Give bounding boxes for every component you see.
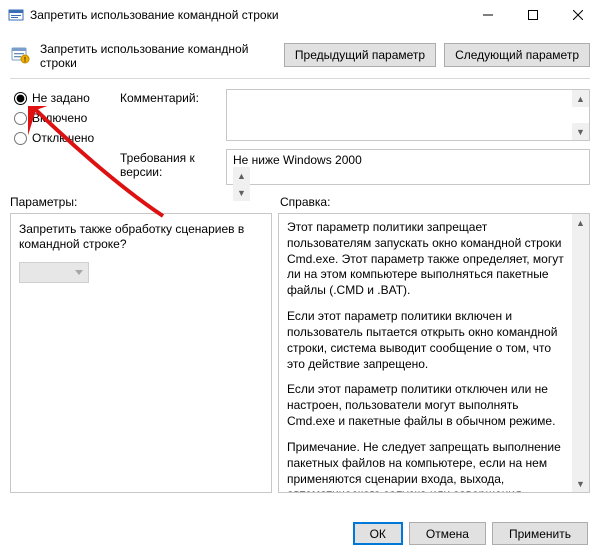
radio-disabled[interactable]: Отключено xyxy=(14,131,114,145)
window-title: Запретить использование командной строки xyxy=(30,8,465,22)
radio-not-configured[interactable]: Не задано xyxy=(14,91,114,105)
main-area: Запретить также обработку сценариев в ко… xyxy=(0,213,600,493)
radio-disabled-label: Отключено xyxy=(32,131,94,145)
help-text[interactable]: Этот параметр политики запрещает пользов… xyxy=(279,214,589,492)
scroll-down-icon[interactable]: ▼ xyxy=(572,475,589,492)
help-paragraph: Примечание. Не следует запрещать выполне… xyxy=(287,440,567,492)
radio-enabled-label: Включено xyxy=(32,111,87,125)
ok-button[interactable]: ОК xyxy=(353,522,403,545)
cancel-button[interactable]: Отмена xyxy=(409,522,486,545)
requirements-value: Не ниже Windows 2000 xyxy=(233,153,362,167)
radio-disabled-input[interactable] xyxy=(14,132,27,145)
maximize-button[interactable] xyxy=(510,0,555,30)
help-pane: Этот параметр политики запрещает пользов… xyxy=(278,213,590,493)
next-setting-button[interactable]: Следующий параметр xyxy=(444,43,590,67)
policy-title: Запретить использование командной строки xyxy=(40,40,276,70)
comment-label: Комментарий: xyxy=(120,89,220,105)
scroll-up-icon[interactable]: ▲ xyxy=(572,90,589,107)
window-controls xyxy=(465,0,600,30)
scroll-up-icon[interactable]: ▲ xyxy=(233,167,250,184)
radio-enabled[interactable]: Включено xyxy=(14,111,114,125)
close-button[interactable] xyxy=(555,0,600,30)
comment-field[interactable]: ▲ ▼ xyxy=(226,89,590,141)
comment-scrollbar[interactable]: ▲ ▼ xyxy=(572,90,589,140)
scroll-down-icon[interactable]: ▼ xyxy=(572,123,589,140)
script-processing-combo xyxy=(19,262,89,283)
radio-enabled-input[interactable] xyxy=(14,112,27,125)
help-scrollbar[interactable]: ▲ ▼ xyxy=(572,214,589,492)
divider xyxy=(10,78,590,79)
requirements-field[interactable]: Не ниже Windows 2000 ▲ ▼ xyxy=(226,149,590,185)
app-icon xyxy=(8,7,24,23)
header-row: Запретить использование командной строки… xyxy=(0,30,600,78)
param-question: Запретить также обработку сценариев в ко… xyxy=(19,222,263,252)
help-paragraph: Этот параметр политики запрещает пользов… xyxy=(287,220,567,299)
apply-button[interactable]: Применить xyxy=(492,522,588,545)
minimize-button[interactable] xyxy=(465,0,510,30)
help-paragraph: Если этот параметр политики включен и по… xyxy=(287,309,567,372)
scroll-up-icon[interactable]: ▲ xyxy=(572,214,589,231)
policy-icon xyxy=(10,45,30,65)
footer-buttons: ОК Отмена Применить xyxy=(353,522,588,545)
requirements-label: Требования к версии: xyxy=(120,149,220,179)
scroll-down-icon[interactable]: ▼ xyxy=(233,184,250,201)
radio-not-configured-label: Не задано xyxy=(32,91,90,105)
previous-setting-button[interactable]: Предыдущий параметр xyxy=(284,43,436,67)
radio-not-configured-input[interactable] xyxy=(14,92,27,105)
parameters-pane: Запретить также обработку сценариев в ко… xyxy=(10,213,272,493)
titlebar: Запретить использование командной строки xyxy=(0,0,600,30)
requirements-scrollbar[interactable]: ▲ ▼ xyxy=(233,167,569,201)
upper-grid: Не задано Включено Отключено Комментарий… xyxy=(0,85,600,185)
help-paragraph: Если этот параметр политики отключен или… xyxy=(287,382,567,429)
